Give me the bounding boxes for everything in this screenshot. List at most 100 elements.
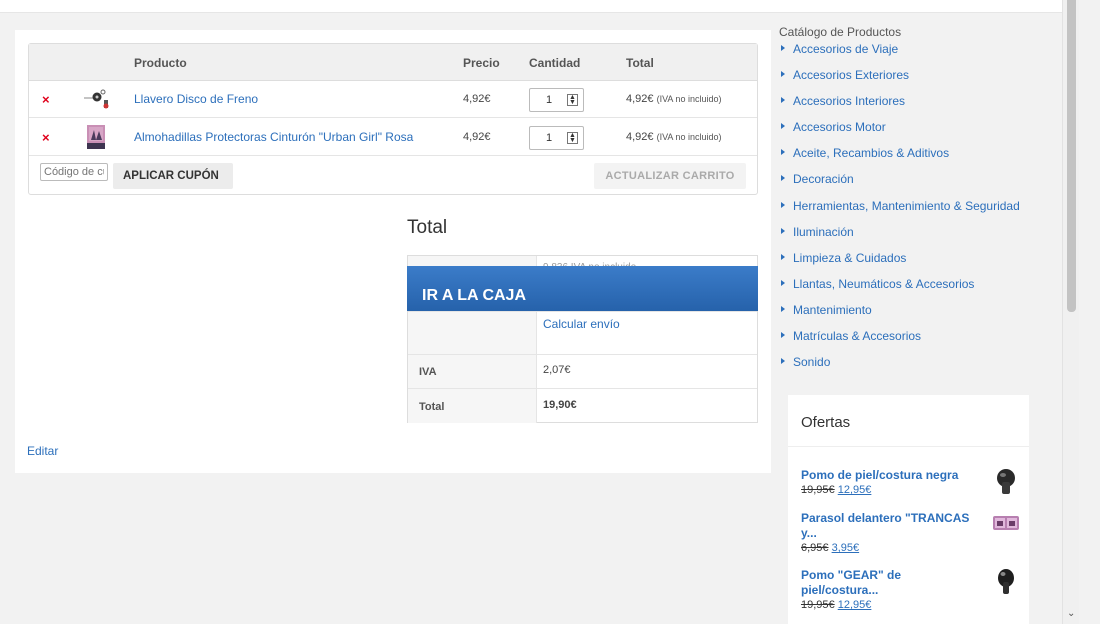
iva-label: IVA <box>419 366 437 378</box>
cart-panel: Producto Precio Cantidad Total × Llavero… <box>15 30 771 473</box>
chevron-down-icon[interactable]: ⌄ <box>1067 608 1075 619</box>
totals-title: Total <box>407 217 448 238</box>
old-price: 6,95€ <box>801 542 829 554</box>
offer-item: Parasol delantero "TRANCAS y... 6,95€ 3,… <box>801 511 1021 554</box>
offer-price: 19,95€ 12,95€ <box>801 599 1021 611</box>
category-link[interactable]: Mantenimiento <box>779 302 1059 328</box>
category-label: Matrículas & Accesorios <box>793 329 922 344</box>
caret-right-icon <box>781 253 785 260</box>
item-price: 4,92€ <box>463 93 491 105</box>
column-header-total: Total <box>626 56 654 70</box>
category-link[interactable]: Limpieza & Cuidados <box>779 250 1059 276</box>
category-label: Aceite, Recambios & Aditivos <box>793 146 950 161</box>
cart-table: Producto Precio Cantidad Total × Llavero… <box>28 43 758 195</box>
iva-row: IVA 2,07€ <box>408 355 757 389</box>
coupon-input[interactable] <box>40 163 108 181</box>
category-link[interactable]: Herramientas, Mantenimiento & Seguridad <box>779 198 1059 224</box>
category-link[interactable]: Accesorios Motor <box>779 119 1059 145</box>
column-header-price: Precio <box>463 56 500 70</box>
total-value: 19,90€ <box>543 399 577 411</box>
item-total-value: 4,92€ <box>626 93 654 105</box>
category-label: Limpieza & Cuidados <box>793 250 907 265</box>
apply-coupon-button[interactable]: APLICAR CUPÓN <box>113 163 233 189</box>
caret-right-icon <box>781 227 785 234</box>
keychain-icon <box>84 89 109 109</box>
update-cart-button[interactable]: ACTUALIZAR CARRITO <box>594 163 746 189</box>
gear-knob-icon <box>998 569 1014 594</box>
cart-actions: APLICAR CUPÓN ACTUALIZAR CARRITO <box>29 158 757 195</box>
shipping-label-cell <box>408 312 537 354</box>
category-link[interactable]: Decoración <box>779 171 1059 197</box>
offer-link[interactable]: Pomo de piel/costura negra <box>801 468 976 483</box>
category-label: Accesorios Exteriores <box>793 68 910 83</box>
gear-knob-icon <box>997 469 1015 494</box>
total-label: Total <box>419 401 445 413</box>
product-link[interactable]: Almohadillas Protectoras Cinturón "Urban… <box>134 130 413 144</box>
offer-link[interactable]: Pomo "GEAR" de piel/costura... <box>801 568 976 598</box>
category-label: Accesorios de Viaje <box>793 42 899 56</box>
tax-note: (IVA no incluido) <box>656 94 722 104</box>
item-total: 4,92€ (IVA no incluido) <box>626 93 721 105</box>
iva-label-cell: IVA <box>408 355 537 388</box>
caret-right-icon <box>781 123 785 130</box>
category-link[interactable]: Accesorios Exteriores <box>779 67 1059 93</box>
offer-link[interactable]: Parasol delantero "TRANCAS y... <box>801 511 976 541</box>
category-link[interactable]: Accesorios de Viaje <box>779 41 1059 67</box>
item-total: 4,92€ (IVA no incluido) <box>626 131 721 143</box>
shipping-row: Calcular envío <box>408 312 757 355</box>
item-price: 4,92€ <box>463 131 491 143</box>
offer-price: 6,95€ 3,95€ <box>801 542 1021 554</box>
caret-right-icon <box>781 175 785 182</box>
category-link[interactable]: Aceite, Recambios & Aditivos <box>779 145 1059 171</box>
edit-link[interactable]: Editar <box>27 444 58 458</box>
quantity-stepper[interactable]: 1 ▲ ▼ <box>529 88 584 112</box>
new-price: 12,95€ <box>837 599 872 611</box>
caret-right-icon <box>781 45 785 51</box>
total-row: Total 19,90€ <box>408 389 757 423</box>
sunshade-icon <box>993 516 1019 530</box>
category-link[interactable]: Matrículas & Accesorios <box>779 328 1059 354</box>
cart-row: × Llavero Disco de Freno 4,92€ 1 ▲ ▼ 4,92… <box>29 81 757 118</box>
cart-row: × Almohadillas Protectoras Cinturón "Urb… <box>29 119 757 156</box>
old-price: 19,95€ <box>801 484 835 496</box>
caret-right-icon <box>781 279 785 286</box>
category-link[interactable]: Iluminación <box>779 224 1059 250</box>
spinner-arrows-icon[interactable]: ▲ ▼ <box>567 132 578 144</box>
calculate-shipping-link[interactable]: Calcular envío <box>543 317 620 331</box>
category-link[interactable]: Sonido <box>779 354 1059 380</box>
caret-right-icon <box>781 71 785 78</box>
remove-item-button[interactable]: × <box>42 130 50 145</box>
category-list: Accesorios de Viaje Accesorios Exteriore… <box>779 41 1059 380</box>
page-scrollbar[interactable]: ⌄ <box>1062 0 1079 624</box>
category-label: Mantenimiento <box>793 302 872 317</box>
offer-item: Pomo de piel/costura negra 19,95€ 12,95€ <box>801 468 1021 496</box>
scrollbar-thumb[interactable] <box>1067 0 1076 312</box>
category-label: Iluminación <box>793 224 854 239</box>
belt-pads-icon <box>87 125 105 149</box>
category-label: Accesorios Motor <box>793 120 886 135</box>
cart-table-header: Producto Precio Cantidad Total <box>29 44 757 81</box>
remove-item-button[interactable]: × <box>42 92 50 107</box>
offer-item: Pomo "GEAR" de piel/costura... 19,95€ 12… <box>801 568 1021 611</box>
category-label: Accesorios Interiores <box>793 94 906 109</box>
checkout-button[interactable]: IR A LA CAJA <box>407 266 758 311</box>
item-total-value: 4,92€ <box>626 131 654 143</box>
top-bar <box>0 0 1062 13</box>
caret-right-icon <box>781 201 785 208</box>
category-label: Sonido <box>793 355 831 370</box>
new-price: 3,95€ <box>831 542 860 554</box>
caret-right-icon <box>781 149 785 156</box>
divider <box>788 446 1029 447</box>
category-label: Herramientas, Mantenimiento & Seguridad <box>793 198 1020 213</box>
tax-note: (IVA no incluido) <box>656 132 722 142</box>
category-link[interactable]: Llantas, Neumáticos & Accesorios <box>779 276 1059 302</box>
spinner-arrows-icon[interactable]: ▲ ▼ <box>567 94 578 106</box>
catalog-title: Catálogo de Productos <box>779 25 902 39</box>
column-header-product: Producto <box>134 56 187 70</box>
caret-right-icon <box>781 358 785 365</box>
quantity-stepper[interactable]: 1 ▲ ▼ <box>529 126 584 150</box>
old-price: 19,95€ <box>801 599 835 611</box>
offers-title: Ofertas <box>801 414 851 431</box>
product-link[interactable]: Llavero Disco de Freno <box>134 92 258 106</box>
category-link[interactable]: Accesorios Interiores <box>779 93 1059 119</box>
